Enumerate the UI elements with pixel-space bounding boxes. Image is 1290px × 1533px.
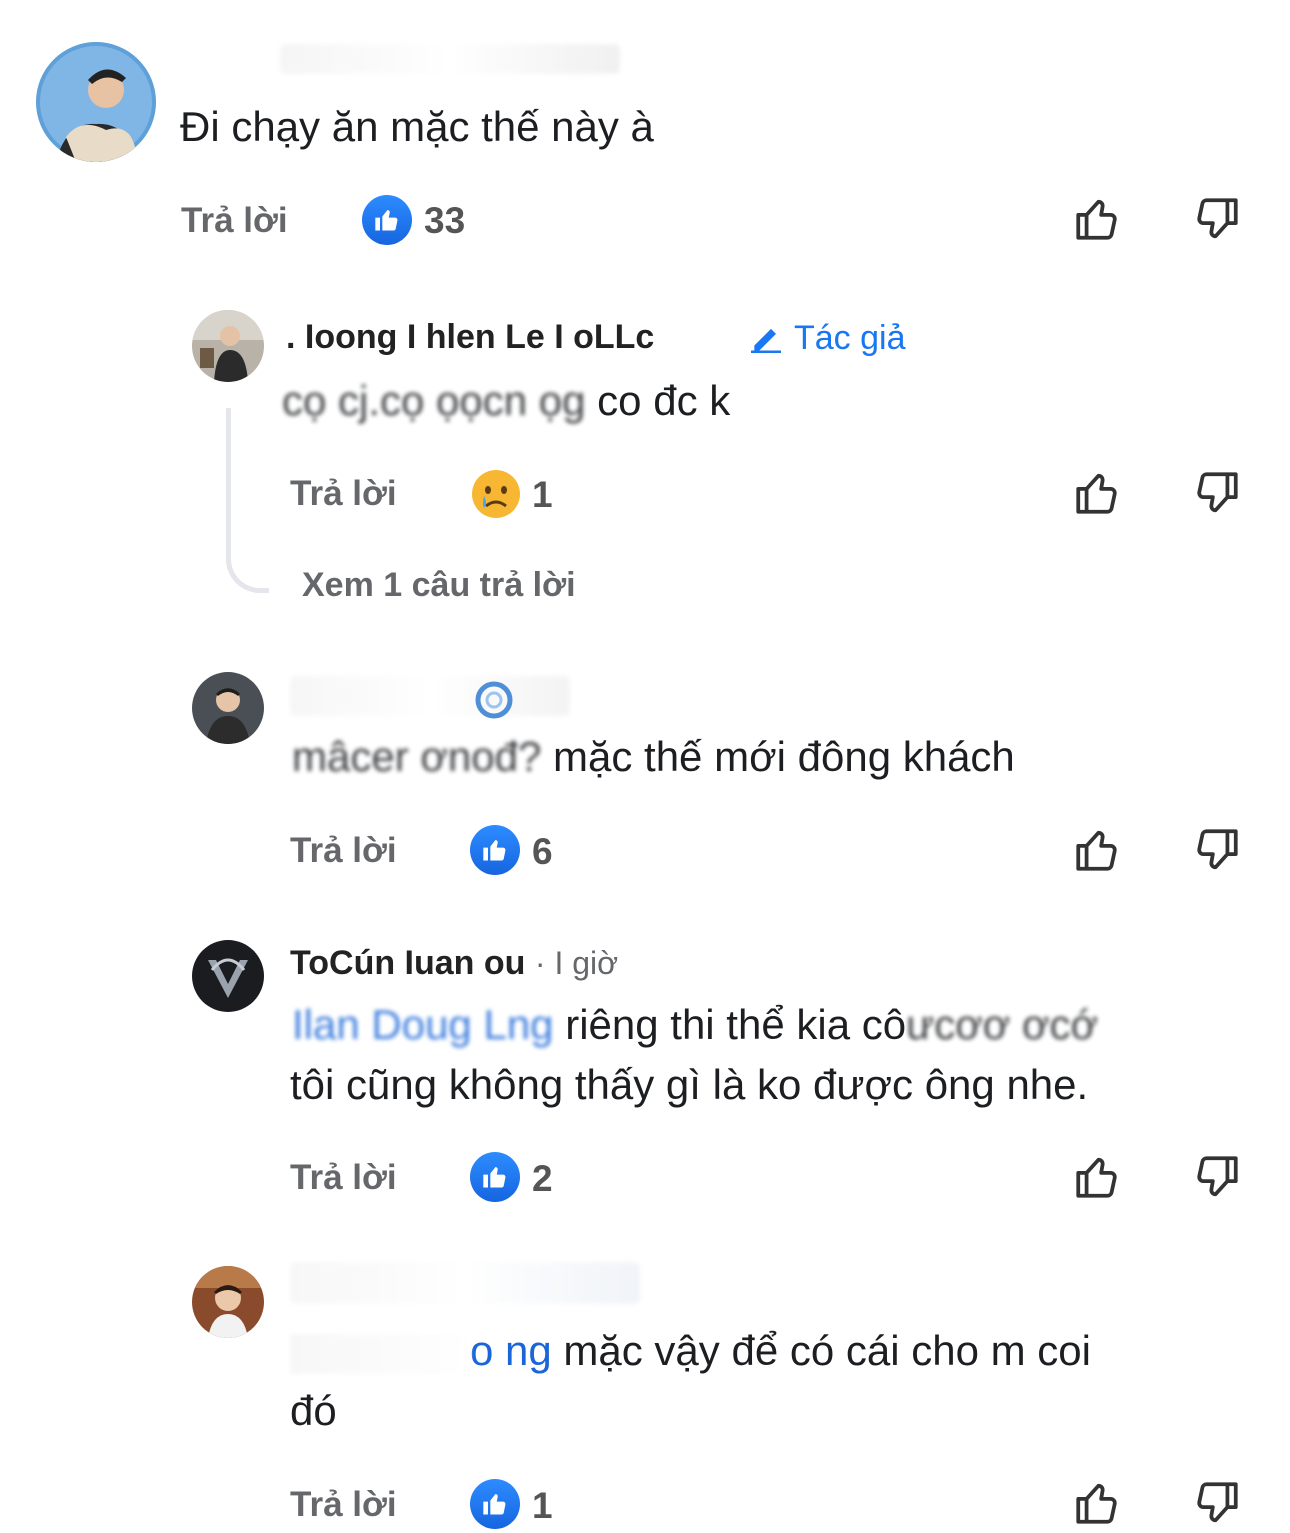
thread-connector: [226, 408, 269, 593]
author-badge: Tác giả: [746, 318, 906, 358]
thumb-down-outline-icon[interactable]: [1192, 1478, 1242, 1528]
avatar[interactable]: [36, 42, 156, 162]
comment-text: Ilan Doug Lng riêng thi thể kia côưcơơ ơ…: [292, 994, 1098, 1056]
reply-button[interactable]: Trả lời: [181, 201, 288, 241]
thumb-down-outline-icon[interactable]: [1192, 825, 1242, 875]
blurred-text: cọ cj.cọ ọọcn ọg: [282, 377, 586, 424]
commenter-name[interactable]: . Ioong I hlen Le I oLLc: [286, 318, 654, 357]
reaction-count: 1: [532, 474, 553, 515]
view-replies-link[interactable]: Xem 1 câu trả lời: [302, 566, 576, 605]
reply-button[interactable]: Trả lời: [290, 1485, 397, 1525]
mention-link[interactable]: o ng: [470, 1327, 552, 1374]
mention-link[interactable]: Ilan Doug Lng: [292, 1001, 554, 1048]
crying-face-icon[interactable]: [470, 468, 522, 520]
comment-text-line2: tôi cũng không thấy gì là ko được ông nh…: [290, 1061, 1089, 1108]
avatar[interactable]: [192, 310, 264, 382]
avatar[interactable]: [192, 1266, 264, 1338]
commenter-name[interactable]: ToCún Iuan ou · I giờ: [290, 944, 618, 983]
thumb-down-outline-icon[interactable]: [1192, 194, 1242, 244]
reply-button[interactable]: Trả lời: [290, 1158, 397, 1198]
blurred-text: mâcer ơnođ?: [292, 733, 542, 780]
comment-text-visible: mặc vậy để có cái cho m coi: [551, 1327, 1091, 1374]
thumb-up-outline-icon[interactable]: [1072, 1478, 1122, 1528]
thumb-up-outline-icon[interactable]: [1072, 1152, 1122, 1202]
comment-text: mâcer ơnođ? mặc thế mới đông khách: [292, 726, 1015, 788]
comment-text: Đi chạy ăn mặc thế này à: [180, 103, 654, 150]
comment-text: cọ cj.cọ ọọcn ọg co đc k: [282, 370, 730, 432]
thumb-up-outline-icon[interactable]: [1072, 825, 1122, 875]
reaction-count: 2: [532, 1158, 553, 1199]
avatar[interactable]: [192, 940, 264, 1012]
reaction-count: 6: [532, 831, 553, 872]
reply-button[interactable]: Trả lời: [290, 831, 397, 871]
reaction-count: 33: [424, 200, 466, 241]
comment-text-visible: riêng thi thể kia cô: [553, 1001, 907, 1048]
comment-text-visible: co đc k: [585, 377, 731, 424]
comment-text-line2: đó: [290, 1387, 337, 1434]
comment-time: · I giờ: [534, 945, 619, 981]
reaction-count: 1: [532, 1485, 553, 1526]
comment-text-visible: mặc thế mới đông khách: [553, 733, 1015, 780]
thumb-up-outline-icon[interactable]: [1072, 194, 1122, 244]
commenter-name[interactable]: [280, 44, 620, 74]
author-badge-label: Tác giả: [794, 318, 906, 357]
thumbs-up-icon[interactable]: [470, 1479, 520, 1529]
thumbs-up-icon[interactable]: [362, 195, 412, 245]
blurred-text: [290, 1333, 470, 1374]
pencil-icon: [751, 328, 781, 353]
commenter-name[interactable]: [290, 676, 570, 716]
blurred-text: ưcơơ ơcớ: [906, 1001, 1099, 1048]
thumb-up-outline-icon[interactable]: [1072, 468, 1122, 518]
status-icon: [475, 681, 513, 719]
comment-text: o ng mặc vậy để có cái cho m coi: [290, 1320, 1091, 1382]
thumbs-up-icon[interactable]: [470, 1152, 520, 1202]
avatar[interactable]: [192, 672, 264, 744]
commenter-name[interactable]: [290, 1262, 640, 1304]
commenter-name-text[interactable]: ToCún Iuan ou: [290, 944, 525, 982]
reply-button[interactable]: Trả lời: [290, 474, 397, 514]
thumb-down-outline-icon[interactable]: [1192, 1152, 1242, 1202]
thumbs-up-icon[interactable]: [470, 825, 520, 875]
thumb-down-outline-icon[interactable]: [1192, 468, 1242, 518]
